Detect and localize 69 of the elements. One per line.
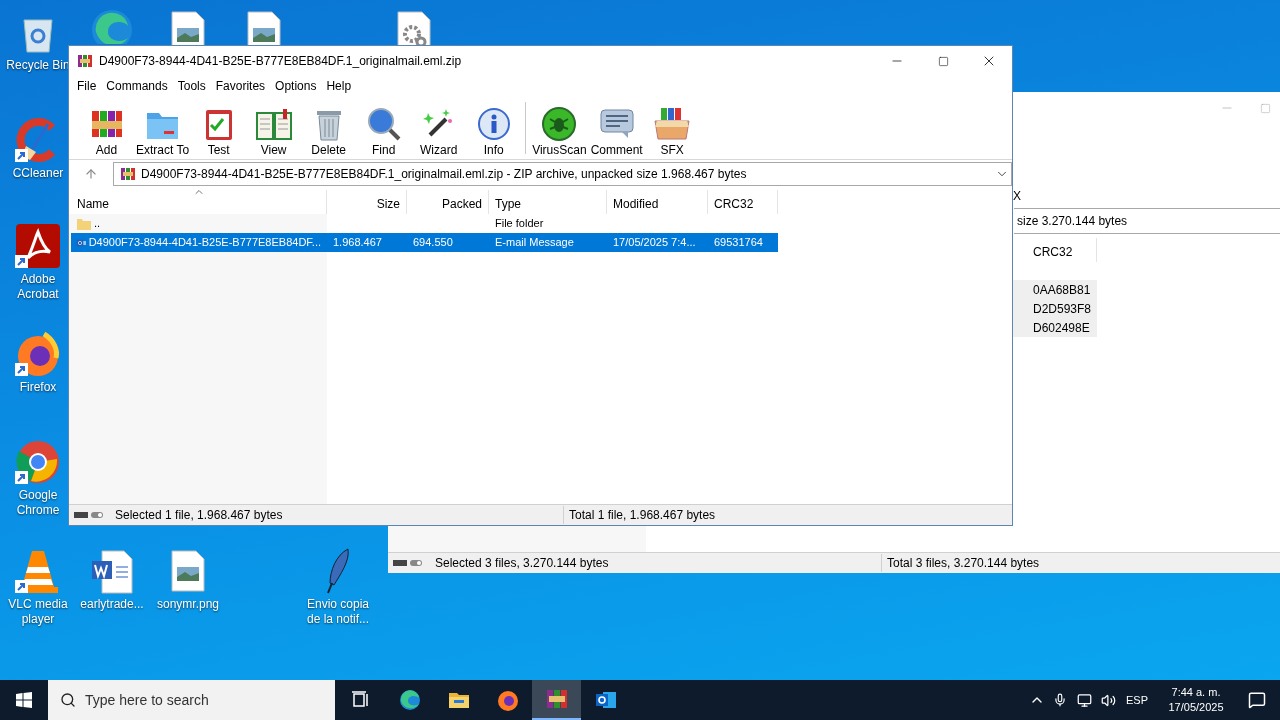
column-header[interactable]: CRC32 — [708, 190, 778, 214]
address-field[interactable]: size 3.270.144 bytes — [1014, 208, 1280, 234]
column-header[interactable]: Modified — [607, 190, 708, 214]
table-cell-text: D602498E — [1033, 319, 1090, 337]
toolbar-button[interactable]: Wizard — [411, 98, 467, 157]
toolbar-button[interactable]: Find — [356, 98, 412, 157]
archive-icon — [544, 687, 569, 711]
address-field[interactable]: D4900F73-8944-4D41-B25E-B777E8EB84DF.1_originalmail.eml.zip - ZIP archive, unpacked size 1.968.467 bytes — [113, 162, 1012, 186]
browser-icon[interactable] — [14, 330, 62, 378]
table-cell-text: 0AA68B81 — [1033, 281, 1091, 299]
menu-item[interactable]: Help — [321, 76, 357, 96]
menu-item[interactable]: File — [72, 76, 102, 96]
status-text: Selected 3 files, 3.270.144 bytes — [435, 554, 882, 572]
menu-item[interactable]: Commands — [101, 76, 173, 96]
column-header[interactable]: Size — [327, 190, 407, 214]
file-row[interactable]: D4900F73-8944-4D41-B25E-B777E8EB84DF... 1.968.467 694.550 E-mail Message 17/05/2025 7:4... 69531764 — [71, 233, 778, 252]
toolbar-button[interactable]: Info — [466, 98, 522, 157]
toolbar-button[interactable]: Comment — [588, 98, 645, 157]
search-icon — [60, 692, 76, 708]
table-cell-text: 1.968.467 — [333, 235, 382, 251]
toolbar-label[interactable]: X — [1013, 189, 1021, 203]
notification-icon[interactable] — [1248, 691, 1266, 709]
pdf-app-icon[interactable] — [14, 222, 62, 270]
search-field[interactable]: Type here to search — [48, 680, 335, 720]
table-cell-text: D4900F73-8944-4D41-B25E-B777E8EB84DF... — [88, 235, 321, 251]
toolbar-button[interactable]: Delete — [301, 98, 357, 157]
table-cell-text: .. — [94, 216, 101, 232]
file-row[interactable]: .. File folder — [71, 214, 778, 233]
column-header[interactable]: Name — [71, 190, 327, 214]
desktop-icon-label[interactable]: CCleaner — [12, 166, 64, 181]
toolbar-button[interactable]: Test — [191, 98, 247, 157]
column-header[interactable]: Packed — [407, 190, 489, 214]
bug-icon — [540, 104, 579, 143]
volume-icon[interactable] — [1101, 692, 1116, 708]
taskbar-app-button[interactable] — [532, 680, 581, 720]
menu-item[interactable]: Tools — [172, 76, 211, 96]
windows-logo-icon — [16, 692, 32, 708]
table-cell-text: D2D593F8 — [1033, 300, 1092, 318]
table-cell-text: 69531764 — [714, 235, 763, 251]
maximize-icon — [1259, 102, 1271, 114]
table-cell-text: E-mail Message — [495, 235, 574, 251]
table-cell-text: 17/05/2025 7:4... — [613, 235, 696, 251]
table-cell-text: File folder — [495, 216, 544, 232]
maximize-icon — [937, 55, 949, 67]
toolbar-button[interactable]: Add — [79, 98, 134, 157]
window-title: D4900F73-8944-4D41-B25E-B777E8EB84DF.1_originalmail.eml.zip — [99, 53, 463, 70]
browser-icon — [397, 688, 422, 712]
menu-item[interactable]: Options — [270, 76, 322, 96]
network-icon[interactable] — [1077, 692, 1092, 708]
menu-item[interactable]: Favorites — [210, 76, 271, 96]
winrar-icon — [120, 166, 136, 182]
arrow-up-icon — [84, 167, 98, 181]
table-cell-text: 694.550 — [413, 235, 453, 251]
clock[interactable]: 7:44 a. m. 17/05/2025 — [1158, 685, 1234, 715]
winrar-icon — [77, 53, 93, 69]
toolbar-button[interactable]: SFX — [644, 98, 700, 157]
microphone-icon[interactable] — [1053, 693, 1067, 707]
desktop-icon-label[interactable]: Firefox — [19, 380, 57, 395]
language-indicator[interactable]: ESP — [1126, 691, 1148, 709]
column-header[interactable]: Type — [489, 190, 607, 214]
status-text: Selected 1 file, 1.968.467 bytes — [115, 506, 564, 524]
desktop-icon-label[interactable]: Adobe Acrobat — [5, 272, 71, 302]
status-text: Total 3 files, 3.270.144 bytes — [887, 555, 1041, 572]
toolbar-button[interactable]: View — [246, 98, 302, 157]
status-text: Total 1 file, 1.968.467 bytes — [569, 507, 717, 524]
browser-icon[interactable] — [14, 438, 62, 486]
toolbar-button[interactable]: Extract To — [134, 98, 192, 157]
browser-icon — [495, 688, 520, 712]
toolbar-button[interactable]: VirusScan — [530, 98, 589, 157]
